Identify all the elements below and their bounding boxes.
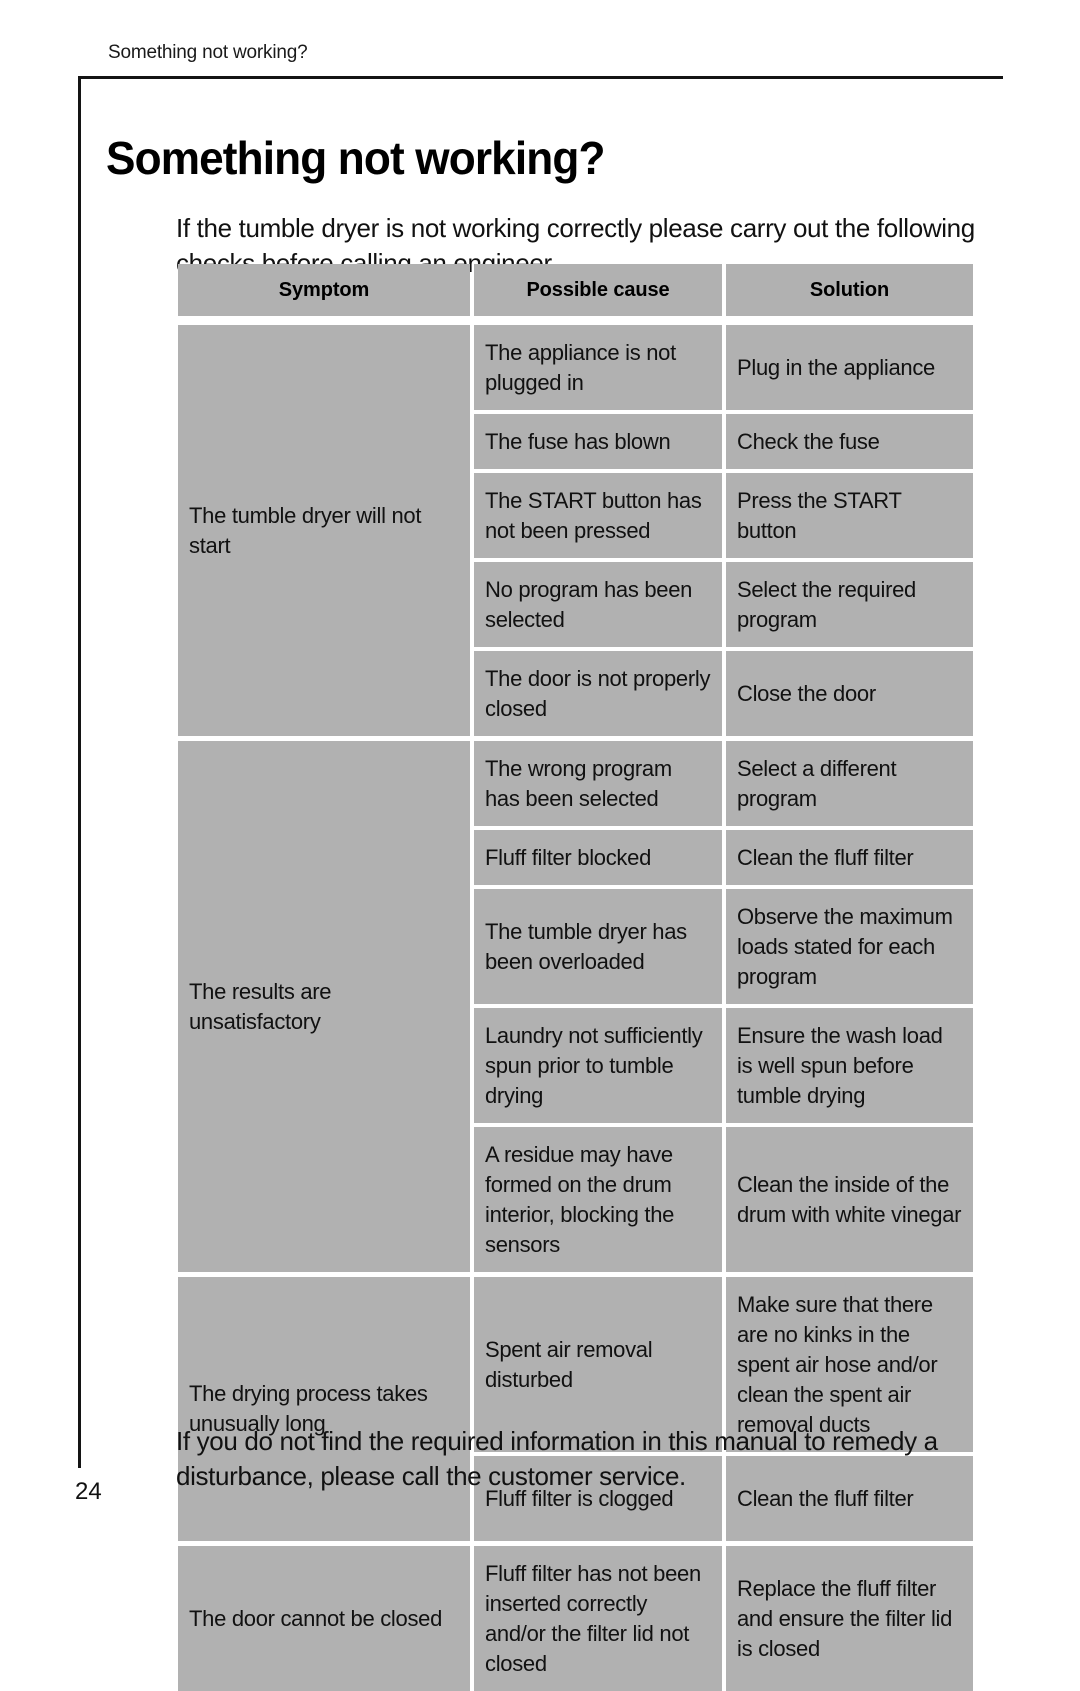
header-divider-rule	[78, 76, 1003, 79]
possible-cause-cell: The appliance is not plugged in	[474, 325, 722, 410]
table-group-rows: Spent air removal disturbed Make sure tha…	[474, 1277, 973, 1541]
possible-cause-cell: A residue may have formed on the drum in…	[474, 1127, 722, 1272]
possible-cause-cell: The START button has not been pressed	[474, 473, 722, 558]
solution-cell: Replace the fluff filter and ensure the …	[726, 1546, 973, 1691]
table-group: The door cannot be closed Fluff filter ha…	[178, 1546, 973, 1691]
table-group: The tumble dryer will not start The appli…	[178, 325, 973, 736]
table-group: The drying process takes unusually long S…	[178, 1277, 973, 1541]
running-header: Something not working?	[108, 42, 308, 63]
column-header-symptom: Symptom	[178, 264, 470, 316]
table-row: No program has been selected Select the r…	[474, 562, 973, 647]
possible-cause-cell: The fuse has blown	[474, 414, 722, 469]
solution-cell: Select a different program	[726, 741, 973, 826]
table-row: The appliance is not plugged in Plug in t…	[474, 325, 973, 410]
symptom-cell: The door cannot be closed	[178, 1546, 470, 1691]
table-row: The fuse has blown Check the fuse	[474, 414, 973, 469]
table-group-rows: The appliance is not plugged in Plug in t…	[474, 325, 973, 736]
table-row: The wrong program has been selected Selec…	[474, 741, 973, 826]
symptom-cell: The drying process takes unusually long	[178, 1277, 470, 1541]
symptom-cell: The tumble dryer will not start	[178, 325, 470, 736]
solution-cell: Select the required program	[726, 562, 973, 647]
possible-cause-cell: Laundry not sufficiently spun prior to t…	[474, 1008, 722, 1123]
table-group-rows: Fluff filter has not been inserted corre…	[474, 1546, 973, 1691]
solution-cell: Close the door	[726, 651, 973, 736]
possible-cause-cell: The door is not properly closed	[474, 651, 722, 736]
table-row: Fluff filter has not been inserted corre…	[474, 1546, 973, 1691]
page-number: 24	[75, 1478, 102, 1505]
solution-cell: Ensure the wash load is well spun before…	[726, 1008, 973, 1123]
possible-cause-cell: The tumble dryer has been overloaded	[474, 889, 722, 1004]
solution-cell: Plug in the appliance	[726, 325, 973, 410]
table-row: Fluff filter blocked Clean the fluff filt…	[474, 830, 973, 885]
possible-cause-cell: Fluff filter has not been inserted corre…	[474, 1546, 722, 1691]
column-header-possible-cause: Possible cause	[474, 264, 722, 316]
page-title: Something not working?	[106, 131, 605, 184]
table-group-rows: The wrong program has been selected Selec…	[474, 741, 973, 1272]
manual-page: Something not working? Something not wor…	[0, 0, 1080, 1691]
possible-cause-cell: Fluff filter blocked	[474, 830, 722, 885]
table-row: The door is not properly closed Close the…	[474, 651, 973, 736]
outro-paragraph: If you do not find the required informat…	[176, 1426, 938, 1491]
solution-cell: Press the START button	[726, 473, 973, 558]
table-row: The START button has not been pressed Pre…	[474, 473, 973, 558]
solution-cell: Clean the inside of the drum with white …	[726, 1127, 973, 1272]
symptom-cell: The results are unsatisfactory	[178, 741, 470, 1272]
table-row: A residue may have formed on the drum in…	[474, 1127, 973, 1272]
table-group: The results are unsatisfactory The wrong …	[178, 741, 973, 1272]
solution-cell: Clean the fluff filter	[726, 830, 973, 885]
possible-cause-cell: The wrong program has been selected	[474, 741, 722, 826]
possible-cause-cell: No program has been selected	[474, 562, 722, 647]
solution-cell: Check the fuse	[726, 414, 973, 469]
table-row: Laundry not sufficiently spun prior to t…	[474, 1008, 973, 1123]
solution-cell: Observe the maximum loads stated for eac…	[726, 889, 973, 1004]
left-margin-rule	[78, 76, 81, 1468]
column-header-solution: Solution	[726, 264, 973, 316]
table-row: The tumble dryer has been overloaded Obse…	[474, 889, 973, 1004]
table-header-row: Symptom Possible cause Solution	[178, 264, 973, 316]
